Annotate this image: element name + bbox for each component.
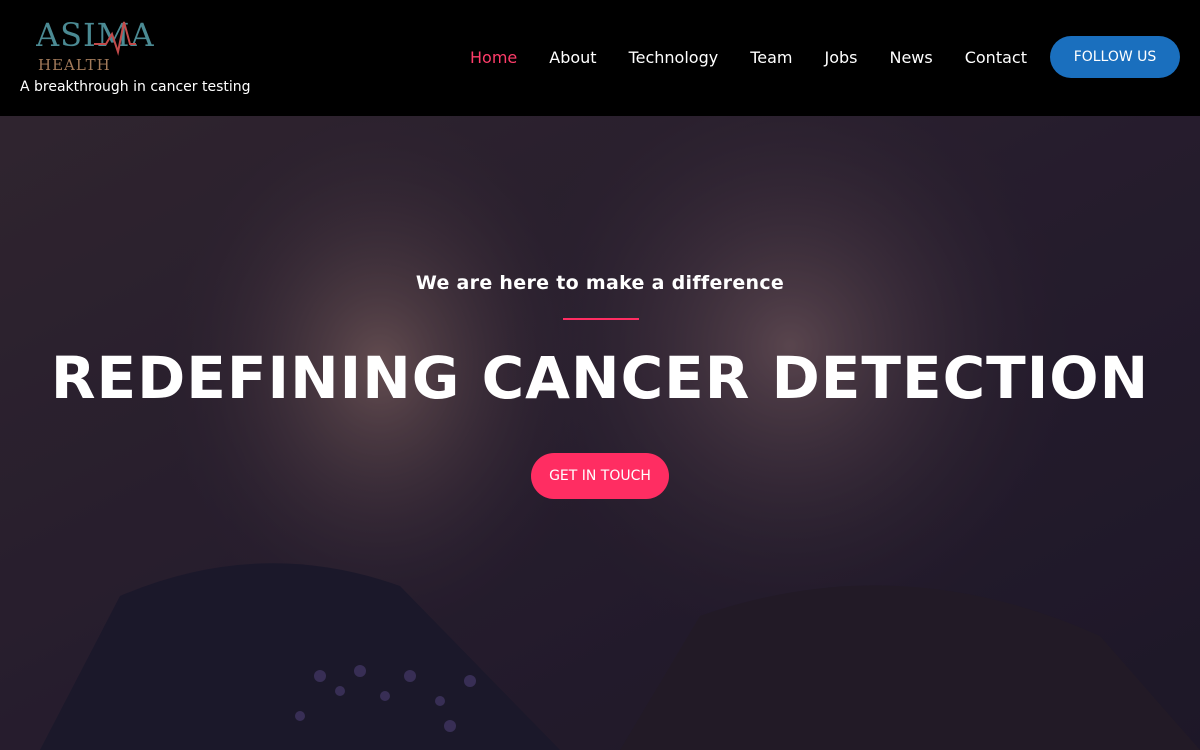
- follow-us-button[interactable]: FOLLOW US: [1050, 36, 1180, 78]
- hero-subtitle: We are here to make a difference: [415, 272, 785, 294]
- nav-item-team[interactable]: Team: [734, 46, 808, 70]
- site-header: ASIMA HEALTH A breakthrough in cancer te…: [0, 0, 1200, 116]
- nav-item-news[interactable]: News: [873, 46, 948, 70]
- nav-item-contact[interactable]: Contact: [949, 46, 1043, 70]
- hero-divider: [563, 318, 639, 320]
- nav-item-technology[interactable]: Technology: [613, 46, 735, 70]
- logo-graphic: ASIMA HEALTH: [36, 16, 155, 74]
- hero-title: REDEFINING CANCER DETECTION: [50, 344, 1150, 412]
- nav-item-home[interactable]: Home: [454, 46, 533, 70]
- logo-subtext: HEALTH: [38, 56, 111, 74]
- tagline: A breakthrough in cancer testing: [20, 79, 251, 95]
- hero-overlay: [0, 116, 1200, 750]
- main-nav: Home About Technology Team Jobs News Con…: [454, 46, 1043, 70]
- nav-item-about[interactable]: About: [533, 46, 612, 70]
- logo-text: ASIMA: [36, 16, 155, 54]
- page: ASIMA HEALTH A breakthrough in cancer te…: [0, 0, 1200, 750]
- hero-section: We are here to make a difference REDEFIN…: [0, 116, 1200, 750]
- nav-item-jobs[interactable]: Jobs: [808, 46, 873, 70]
- logo[interactable]: ASIMA HEALTH: [36, 14, 166, 76]
- get-in-touch-button[interactable]: GET IN TOUCH: [531, 453, 669, 499]
